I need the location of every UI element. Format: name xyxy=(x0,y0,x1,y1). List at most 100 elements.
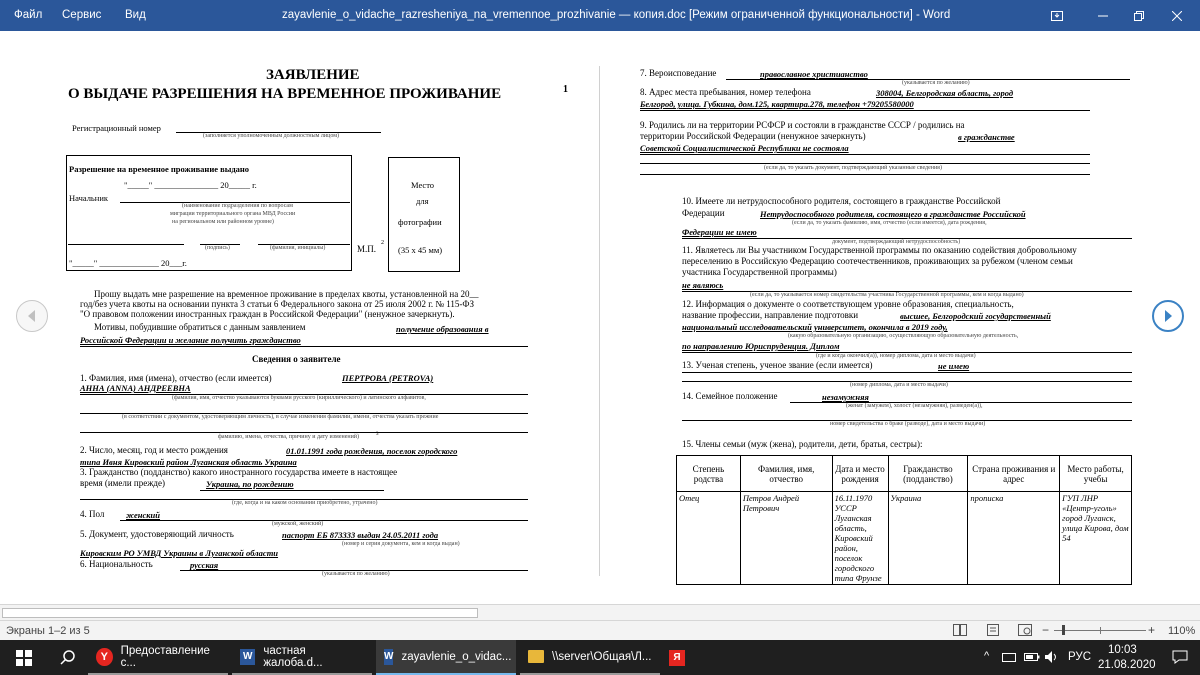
notifications-icon[interactable] xyxy=(1172,650,1188,667)
q8-value-2: Белгород, улица. Губкина, дом.125, кварт… xyxy=(640,99,914,109)
stamp-place: М.П. xyxy=(357,244,377,254)
tray-chevron-up-icon[interactable]: ^ xyxy=(984,650,989,662)
volume-icon[interactable] xyxy=(1044,650,1060,667)
q12-hint-2: (где и когда окончил(а)), номер диплома,… xyxy=(816,353,976,359)
print-layout-icon[interactable] xyxy=(986,624,1000,639)
page-divider xyxy=(599,66,600,576)
q9-line xyxy=(640,154,1090,155)
scrollbar-thumb[interactable] xyxy=(2,608,478,618)
table-cell: прописка xyxy=(967,491,1061,585)
q13-value: не имею xyxy=(938,361,970,371)
table-header-cell: Страна проживания и адрес xyxy=(967,455,1061,492)
q1-hint: (фамилия, имя, отчество указываются букв… xyxy=(172,395,426,401)
horizontal-scrollbar[interactable] xyxy=(0,604,1200,620)
request-line-3: "О правовом положении иностранных гражда… xyxy=(80,309,455,319)
chief-hint-2: миграции территориального органа МВД Рос… xyxy=(170,211,296,217)
q2-value-1: 01.01.1991 года рождения, поселок городс… xyxy=(286,446,458,456)
q9-label-1: 9. Родились ли на территории РСФСР и сос… xyxy=(640,120,965,130)
q11-label-1: 11. Являетесь ли Вы участником Государст… xyxy=(682,245,1077,255)
task-label: частная жалоба.d... xyxy=(263,644,323,669)
search-button[interactable] xyxy=(48,640,88,675)
taskbar: Y Предоставление с... W частная жалоба.d… xyxy=(0,640,1200,675)
search-icon xyxy=(60,649,75,665)
folder-icon xyxy=(528,650,544,663)
q4-line xyxy=(120,520,528,521)
q3-label-2: время (имели прежде) xyxy=(80,478,165,488)
q12-value-2: национальный исследовательский университ… xyxy=(682,322,948,332)
page-counter: Экраны 1–2 из 5 xyxy=(6,625,90,637)
chief-hint-3: на региональном или районном уровне) xyxy=(172,219,274,225)
signature-hint: (подпись) xyxy=(205,245,230,251)
title-bar: Файл Сервис Вид zayavlenie_o_vidache_raz… xyxy=(0,0,1200,31)
close-button[interactable] xyxy=(1154,0,1200,31)
q8-line xyxy=(640,110,1090,111)
table-row: Отец Петров Андрей Петрович 16.11.1970 У… xyxy=(676,491,1132,585)
q6-label: 6. Национальность xyxy=(80,559,153,569)
registration-label: Регистрационный номер xyxy=(72,123,161,133)
motives-value-2: Российской Федерации и желание получить … xyxy=(80,335,301,345)
taskbar-yandex-browser[interactable]: Y Предоставление с... xyxy=(88,640,228,675)
photo-label-3: фотографии xyxy=(398,217,442,227)
table-cell: 16.11.1970 УССР Луганская область, Киров… xyxy=(831,491,889,585)
table-cell: Отец xyxy=(676,491,741,585)
taskbar-explorer[interactable]: \\server\Общая\Л... xyxy=(520,640,660,675)
photo-label-1: Место xyxy=(411,180,435,190)
table-header-cell: Место работы, учебы xyxy=(1059,455,1132,492)
table-header-cell: Дата и место рождения xyxy=(831,455,889,492)
input-language[interactable]: РУС xyxy=(1068,651,1091,663)
section-title: Сведения о заявителе xyxy=(252,354,341,364)
q6-value: русская xyxy=(190,560,219,570)
clock-date[interactable]: 21.08.2020 xyxy=(1098,659,1156,671)
motives-label: Мотивы, побудившие обратиться с данным з… xyxy=(94,322,306,332)
q10-hint-1: (если да, то указать фамилию, имя, отчес… xyxy=(792,220,987,226)
menu-file[interactable]: Файл xyxy=(14,9,42,21)
read-mode-icon[interactable] xyxy=(953,624,967,639)
q10-label-2: Федерации xyxy=(682,208,725,218)
q5-value-1: паспорт ЕБ 873333 выдан 24.05.2011 года xyxy=(282,530,439,540)
q1-value-2: АННА (ANNA) АНДРЕЕВНА xyxy=(80,383,191,393)
signature-line xyxy=(68,244,184,245)
network-icon[interactable] xyxy=(1002,651,1018,666)
permit-date: "_____" _______________ 20_____ г. xyxy=(124,180,257,190)
zoom-level[interactable]: 110% xyxy=(1168,625,1195,637)
q4-hint: (мужской, женский) xyxy=(272,521,324,527)
web-layout-icon[interactable] xyxy=(1018,624,1032,639)
menu-service[interactable]: Сервис xyxy=(62,9,101,21)
taskbar-word-complaint[interactable]: W частная жалоба.d... xyxy=(232,640,372,675)
start-button[interactable] xyxy=(0,640,48,675)
q9-hint: (если да, то указать документ, подтвержд… xyxy=(764,165,942,171)
previous-screen-button[interactable] xyxy=(16,300,48,332)
permit-label: Разрешение на временное проживание выдан… xyxy=(69,164,250,174)
table-header-cell: Степень родства xyxy=(676,455,741,492)
window-title: zayavlenie_o_vidache_razresheniya_na_vre… xyxy=(282,9,951,21)
q12-value-3: по направлению Юриспруденция. Диплом xyxy=(682,341,840,351)
q3-value: Украина, по рождению xyxy=(206,479,294,489)
q4-label: 4. Пол xyxy=(80,509,105,519)
q5-value-2: Кировским РО УМВД Украины в Луганской об… xyxy=(80,548,279,558)
clock-time[interactable]: 10:03 xyxy=(1108,644,1137,656)
zoom-slider-thumb[interactable] xyxy=(1062,625,1065,635)
zoom-in-icon[interactable]: + xyxy=(1148,623,1155,637)
q1-hint-3: фамилию, имена, отчества, причину и дату… xyxy=(218,434,360,440)
table-header-cell: Гражданство (подданство) xyxy=(887,455,969,492)
family-members-table: Степень родства Фамилия, имя, отчество Д… xyxy=(676,455,1132,585)
q9-line-3 xyxy=(640,174,1090,175)
taskbar-word-application[interactable]: W zayavlenie_o_vidac... xyxy=(376,640,516,675)
q11-value: не являюсь xyxy=(682,280,724,290)
q8-label: 8. Адрес места пребывания, номер телефон… xyxy=(640,87,811,97)
ribbon-display-icon[interactable] xyxy=(1034,0,1080,31)
zoom-out-icon[interactable]: − xyxy=(1042,623,1049,637)
q14-label: 14. Семейное положение xyxy=(682,391,778,401)
q7-label: 7. Вероисповедание xyxy=(640,68,717,78)
word-icon: W xyxy=(384,648,394,665)
q11-label-3: участника Государственной программы) xyxy=(682,267,837,277)
q9-line-2 xyxy=(640,163,1090,164)
q14-hint-1: (женат (замужем), холост (незамужняя), р… xyxy=(846,403,983,409)
taskbar-yandex-pinned[interactable]: Я xyxy=(660,640,694,675)
form-title-line1: ЗАЯВЛЕНИЕ xyxy=(266,67,360,83)
battery-icon[interactable] xyxy=(1024,651,1040,666)
table-cell: ГУП ЛНР «Центр-уголь» город Луганск, ули… xyxy=(1059,491,1132,585)
menu-view[interactable]: Вид xyxy=(125,9,146,21)
next-screen-button[interactable] xyxy=(1152,300,1184,332)
motives-value-1: получение образования в xyxy=(396,324,489,334)
